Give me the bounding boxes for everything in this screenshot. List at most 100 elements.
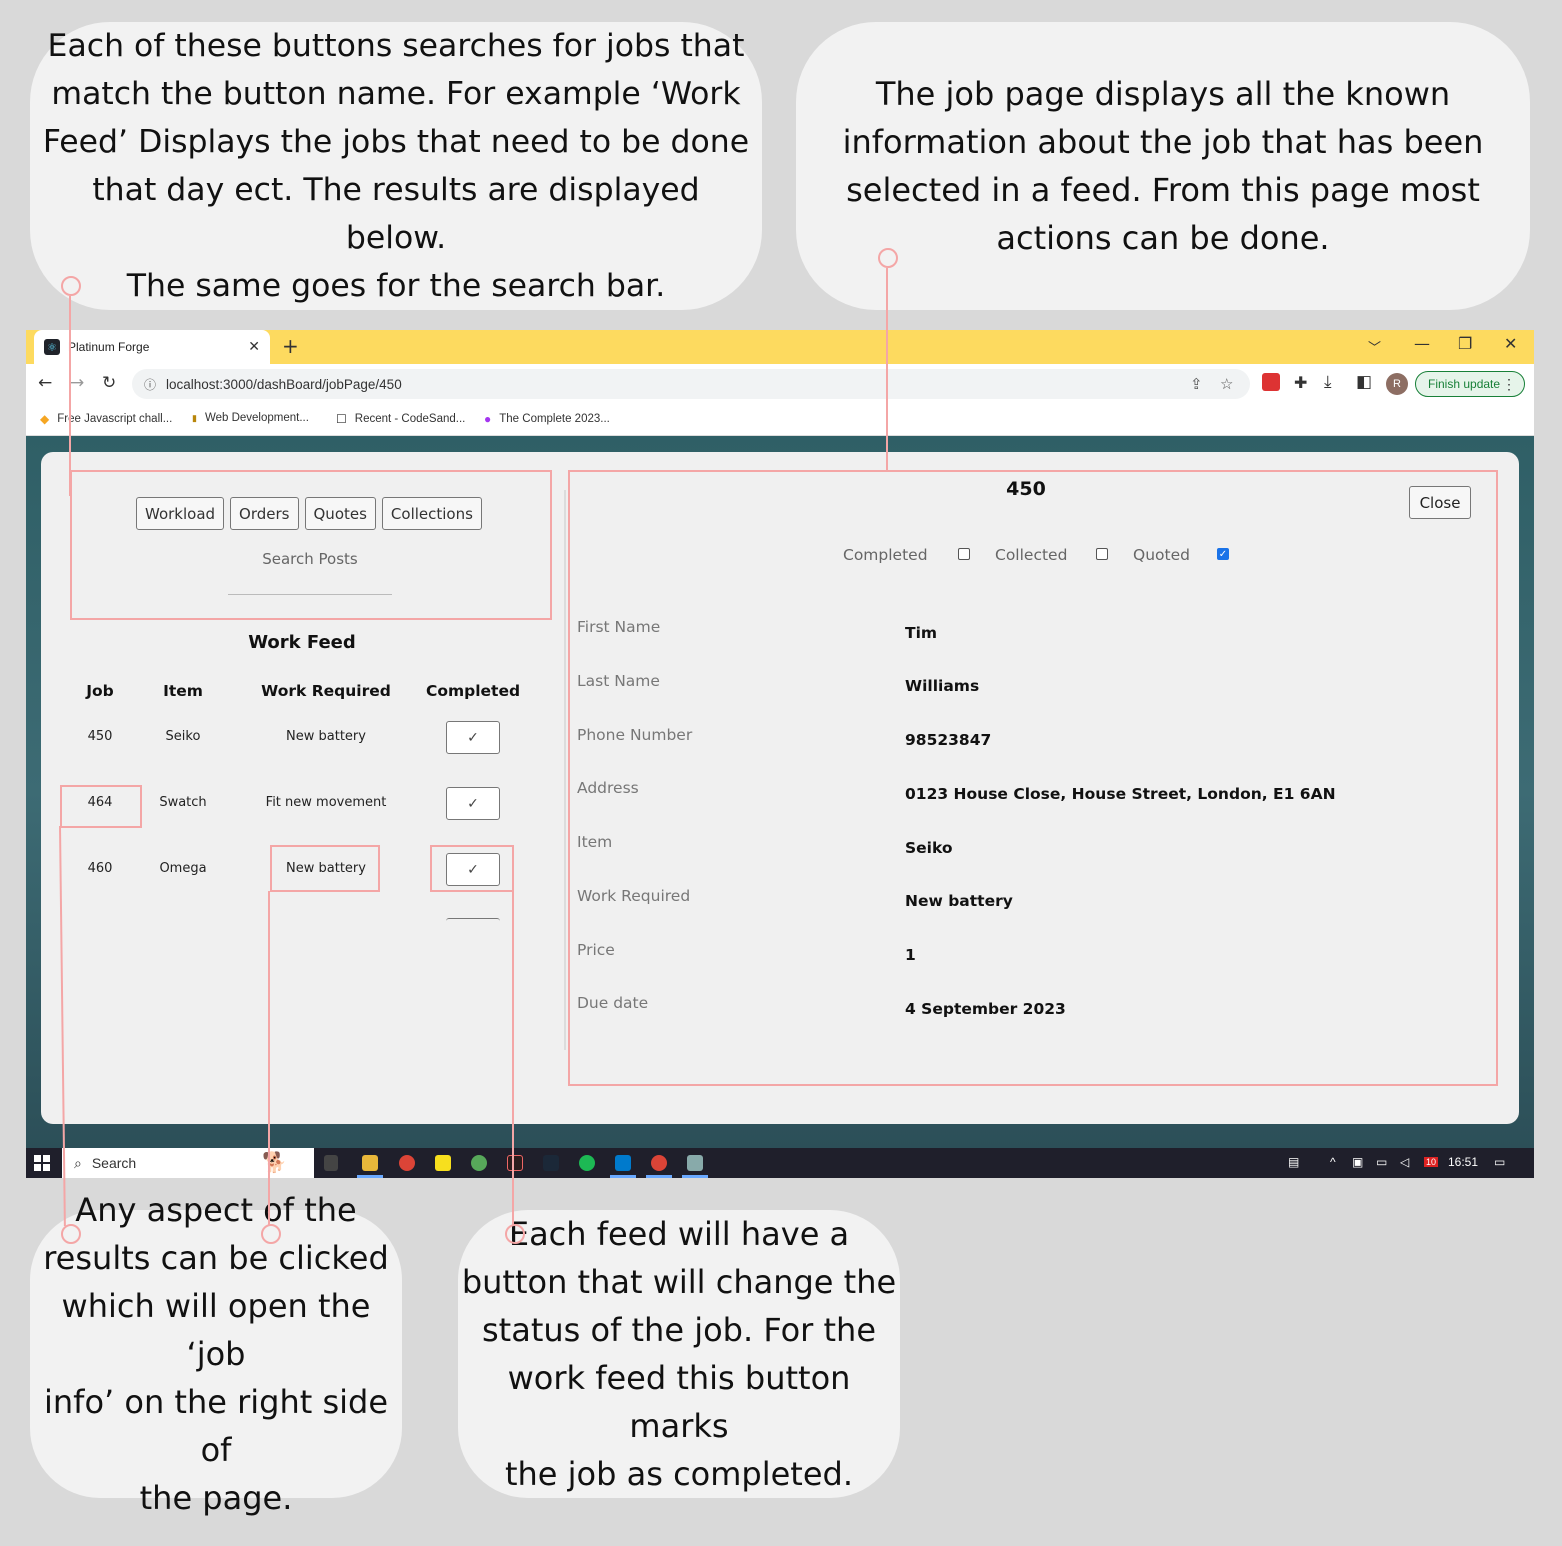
extension-icon[interactable]	[1262, 373, 1280, 391]
chrome-icon[interactable]	[651, 1155, 667, 1171]
puzzle-icon[interactable]: ✚	[1294, 373, 1307, 392]
field-value-work-required: New battery	[905, 892, 1013, 910]
callout-dot	[505, 1224, 525, 1244]
download-icon[interactable]: ⤓	[1324, 372, 1332, 392]
field-label-address: Address	[577, 779, 639, 797]
close-icon[interactable]: ✕	[248, 338, 260, 355]
field-value-address: 0123 House Close, House Street, London, …	[905, 785, 1336, 803]
live-icon[interactable]	[435, 1155, 451, 1171]
avatar[interactable]: R	[1386, 373, 1408, 395]
info-icon[interactable]: ⓘ	[144, 376, 156, 393]
annotation-bottom-left: Any aspect of the results can be clicked…	[30, 1191, 402, 1517]
column-header-item: Item	[163, 682, 203, 700]
collections-button[interactable]: Collections	[381, 497, 482, 530]
annotation-line: button that will change the	[461, 1263, 897, 1301]
taskbar-search[interactable]: ⌕ Search 🐕	[62, 1148, 314, 1178]
volume-icon[interactable]: ◁	[1400, 1155, 1409, 1169]
minimize-icon[interactable]: —	[1414, 334, 1430, 353]
callout-dot	[61, 276, 81, 296]
forward-icon[interactable]: →	[70, 373, 84, 393]
windows-start-icon[interactable]	[34, 1155, 50, 1171]
work-cell[interactable]: Fit new movement	[252, 795, 400, 810]
tab-title: Platinum Forge	[68, 340, 150, 354]
running-indicator	[610, 1175, 636, 1178]
callout-line	[69, 296, 71, 496]
news-icon[interactable]: ▤	[1288, 1155, 1299, 1169]
quotes-button[interactable]: Quotes	[304, 497, 376, 530]
steam-icon[interactable]	[543, 1155, 559, 1171]
item-cell[interactable]: Swatch	[148, 795, 218, 810]
restore-icon[interactable]: ❐	[1458, 334, 1472, 353]
new-tab-icon[interactable]: +	[282, 334, 299, 358]
annotation-line: Each feed will have a	[508, 1215, 850, 1253]
annotation-line: which will open the ‘job	[61, 1287, 371, 1373]
job-cell[interactable]: 460	[80, 861, 120, 876]
annotation-line: actions can be done.	[996, 219, 1330, 257]
address-bar[interactable]: ⓘ localhost:3000/dashBoard/jobPage/450 ⇪…	[132, 369, 1250, 399]
file-explorer-icon[interactable]	[362, 1155, 378, 1171]
bookmark-item[interactable]: ◆ Free Javascript chall...	[40, 412, 172, 426]
field-label-work-required: Work Required	[577, 887, 691, 905]
annotation-line: info’ on the right side of	[44, 1383, 388, 1469]
bookmark-item[interactable]: ☐ Recent - CodeSand...	[336, 412, 465, 426]
checkbox-collected[interactable]	[1096, 548, 1108, 560]
field-label-last-name: Last Name	[577, 672, 660, 690]
field-label-first-name: First Name	[577, 618, 661, 636]
close-button[interactable]: Close	[1409, 486, 1471, 519]
window-close-icon[interactable]: ✕	[1504, 334, 1517, 353]
feed-controls-highlight	[70, 470, 552, 620]
back-icon[interactable]: ←	[38, 373, 52, 393]
bookmark-item[interactable]: ▮ Web Development...	[192, 412, 309, 424]
browser-window: ⚛ Platinum Forge ✕ + ﹀ — ❐ ✕ ← → ↻ ⓘ loc…	[26, 330, 1534, 1178]
search-input[interactable]: Search Posts	[228, 550, 392, 568]
notification-icon[interactable]: ▭	[1494, 1155, 1505, 1169]
field-value-first-name: Tim	[905, 624, 938, 642]
sidebar-icon[interactable]: ◧	[1356, 372, 1372, 392]
share-icon[interactable]: ⇪	[1190, 375, 1203, 393]
item-cell[interactable]: Omega	[148, 861, 218, 876]
checkbox-completed[interactable]	[958, 548, 970, 560]
menu-dots-icon[interactable]: ⋮	[1502, 376, 1516, 393]
spotify-icon[interactable]	[579, 1155, 595, 1171]
column-header-job: Job	[86, 682, 114, 700]
item-cell[interactable]: Seiko	[148, 729, 218, 744]
chrome-icon[interactable]	[399, 1155, 415, 1171]
job-id-title: 450	[1006, 478, 1046, 500]
complete-button[interactable]: ✓	[446, 721, 500, 754]
job-cell[interactable]: 450	[80, 729, 120, 744]
taskbar: ⌕ Search 🐕 ▤ ^ ▣ ▭ ◁ 10 16:51 ▭	[26, 1148, 1534, 1178]
udemy-icon: ●	[484, 412, 492, 426]
search-icon: ⌕	[74, 1154, 82, 1171]
bookmark-label: The Complete 2023...	[499, 413, 610, 425]
star-icon[interactable]: ☆	[1220, 375, 1233, 393]
finish-update-button[interactable]: Finish update ⋮	[1415, 371, 1525, 397]
annotation-line: the page.	[139, 1479, 293, 1517]
reload-icon[interactable]: ↻	[102, 373, 116, 393]
globe-icon[interactable]	[471, 1155, 487, 1171]
annotation-line: The job page displays all the known	[875, 75, 1451, 113]
checkbox-quoted[interactable]: ✓	[1217, 548, 1229, 560]
task-view-icon[interactable]	[324, 1155, 338, 1171]
chevron-down-icon[interactable]: ﹀	[1368, 337, 1381, 356]
status-label-completed: Completed	[843, 546, 928, 564]
app-icon[interactable]	[507, 1155, 523, 1171]
running-indicator	[646, 1175, 672, 1178]
annotation-line: the job as completed.	[504, 1455, 854, 1493]
clock[interactable]: 16:51	[1448, 1155, 1478, 1169]
app-icon[interactable]	[687, 1155, 703, 1171]
feed-buttons: Workload Orders Quotes Collections	[136, 497, 482, 530]
tray-icon[interactable]: ▣	[1352, 1155, 1363, 1169]
complete-button[interactable]: ✓	[446, 787, 500, 820]
field-label-due-date: Due date	[577, 994, 649, 1012]
battery-icon[interactable]: ▭	[1376, 1155, 1387, 1169]
bookmark-item[interactable]: ● The Complete 2023...	[484, 412, 610, 426]
work-cell[interactable]: New battery	[252, 729, 400, 744]
orders-button[interactable]: Orders	[230, 497, 299, 530]
status-label-collected: Collected	[995, 546, 1068, 564]
chevron-up-icon[interactable]: ^	[1330, 1155, 1336, 1169]
workload-button[interactable]: Workload	[136, 497, 225, 530]
calendar-badge[interactable]: 10	[1424, 1157, 1439, 1167]
callout-dot	[61, 1224, 81, 1244]
vscode-icon[interactable]	[615, 1155, 631, 1171]
callout-dot	[261, 1224, 281, 1244]
